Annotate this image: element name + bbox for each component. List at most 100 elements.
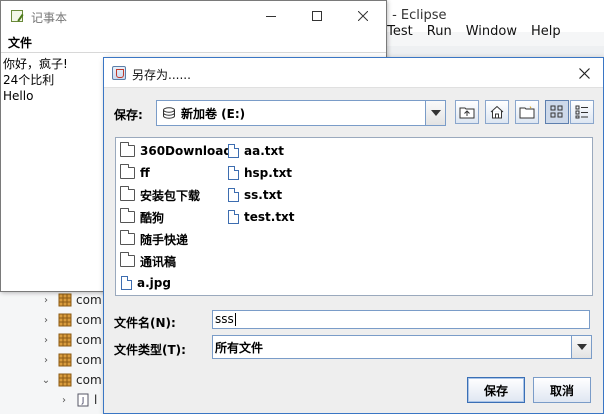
tree-row-label: com [76, 313, 102, 327]
eclipse-menu-run[interactable]: Run [427, 24, 452, 42]
list-item[interactable]: hsp.txt [228, 163, 292, 183]
minimize-button[interactable] [248, 1, 294, 31]
file-name: 360Downloads [140, 144, 240, 158]
tree-row-label: com [76, 353, 102, 367]
chevron-down-icon [430, 110, 441, 116]
file-list[interactable]: 360Downloads ff 安装包下载 酷狗 随手快递 通讯稿 a.jpg [115, 137, 593, 296]
expand-arrow-icon[interactable]: › [40, 355, 52, 366]
save-in-value: 新加卷 (E:) [181, 106, 246, 121]
close-icon [578, 67, 590, 79]
minimize-icon [266, 16, 276, 17]
list-item[interactable]: 安装包下载 [120, 185, 200, 205]
close-icon [358, 11, 368, 21]
details-view-icon [575, 105, 588, 119]
list-item[interactable]: 通讯稿 [120, 251, 176, 271]
list-item[interactable]: 随手快递 [120, 229, 188, 249]
tree-row-label: com [76, 333, 102, 347]
eclipse-menu-help[interactable]: Help [531, 24, 561, 42]
file-name: test.txt [244, 210, 295, 224]
save-in-label: 保存: [114, 108, 143, 122]
menu-file[interactable]: 文件 [8, 34, 32, 51]
file-icon [121, 276, 132, 290]
new-folder-button[interactable] [515, 100, 539, 124]
folder-icon [120, 208, 135, 223]
new-folder-icon [519, 106, 535, 119]
eclipse-title: a - Eclipse [380, 8, 447, 23]
filename-input[interactable]: sss [212, 310, 590, 329]
save-in-dropdown-button[interactable] [425, 101, 445, 125]
file-name: ff [140, 166, 150, 180]
package-explorer-tree: › com › com › com › com ⌄ com › J l [0, 290, 110, 414]
package-icon [58, 313, 72, 327]
file-icon [228, 210, 239, 224]
folder-icon [120, 186, 135, 201]
home-button[interactable] [485, 100, 509, 124]
tree-row-label: com [76, 293, 102, 307]
folder-up-icon [459, 107, 475, 119]
file-name: 安装包下载 [140, 188, 201, 203]
svg-text:J: J [81, 396, 84, 405]
list-view-button[interactable] [545, 100, 569, 124]
tree-row[interactable]: › J l [58, 390, 97, 410]
notepad-title: 记事本 [31, 11, 68, 25]
collapse-arrow-icon[interactable]: ⌄ [40, 375, 52, 386]
package-icon [58, 373, 72, 387]
tree-row-label: com [76, 373, 102, 387]
eclipse-menubar: cTest Run Window Help [380, 24, 575, 42]
package-icon [58, 333, 72, 347]
filetype-dropdown-button[interactable] [571, 336, 591, 358]
java-app-icon [112, 66, 126, 80]
tree-row[interactable]: › com [40, 350, 102, 370]
package-icon [58, 293, 72, 307]
drive-icon [163, 107, 175, 119]
home-icon [490, 105, 504, 119]
cancel-button[interactable]: 取消 [533, 377, 591, 403]
folder-icon [120, 164, 135, 179]
list-item[interactable]: ss.txt [228, 185, 282, 205]
list-item[interactable]: 酷狗 [120, 207, 164, 227]
save-button[interactable]: 保存 [467, 377, 525, 403]
dialog-close-button[interactable] [574, 63, 594, 83]
list-item[interactable]: aa.txt [228, 141, 284, 161]
eclipse-menu-window[interactable]: Window [466, 24, 517, 42]
details-view-button[interactable] [570, 100, 594, 124]
notepad-app-icon [11, 10, 23, 22]
file-name: 酷狗 [140, 210, 165, 225]
file-icon [228, 188, 239, 202]
list-item[interactable]: 360Downloads [120, 141, 239, 161]
package-icon [58, 353, 72, 367]
list-item[interactable]: test.txt [228, 207, 295, 227]
file-icon [228, 144, 239, 158]
tree-row-label: l [94, 393, 98, 407]
dialog-title: 另存为...... [132, 68, 191, 82]
filetype-value: 所有文件 [215, 340, 264, 355]
maximize-icon [312, 11, 322, 21]
expand-arrow-icon[interactable]: › [40, 295, 52, 306]
folder-icon [120, 142, 135, 157]
tree-row[interactable]: › com [40, 290, 102, 310]
filetype-label: 文件类型(T): [114, 343, 186, 357]
folder-icon [120, 252, 135, 267]
up-one-level-button[interactable] [455, 100, 479, 124]
filename-value: sss [215, 312, 236, 326]
save-in-combo[interactable]: 新加卷 (E:) [156, 100, 446, 126]
tree-row[interactable]: ⌄ com [40, 370, 102, 390]
filetype-combo[interactable]: 所有文件 [212, 335, 592, 359]
expand-arrow-icon[interactable]: › [58, 395, 70, 406]
tree-row[interactable]: › com [40, 330, 102, 350]
close-button[interactable] [340, 1, 386, 31]
dialog-titlebar[interactable]: 另存为...... [104, 58, 603, 88]
tree-row[interactable]: › com [40, 310, 102, 330]
list-item[interactable]: a.jpg [121, 273, 171, 293]
expand-arrow-icon[interactable]: › [40, 315, 52, 326]
file-name: hsp.txt [244, 166, 293, 180]
save-as-dialog: 另存为...... 保存: 新加卷 (E:) 360Downloads ff 安… [103, 57, 604, 414]
list-item[interactable]: ff [120, 163, 150, 183]
maximize-button[interactable] [294, 1, 340, 31]
file-icon [228, 166, 239, 180]
file-name: a.jpg [137, 276, 171, 290]
chevron-down-icon [576, 344, 587, 350]
notepad-titlebar[interactable]: 记事本 [1, 1, 386, 31]
notepad-menubar: 文件 [1, 31, 386, 53]
expand-arrow-icon[interactable]: › [40, 335, 52, 346]
